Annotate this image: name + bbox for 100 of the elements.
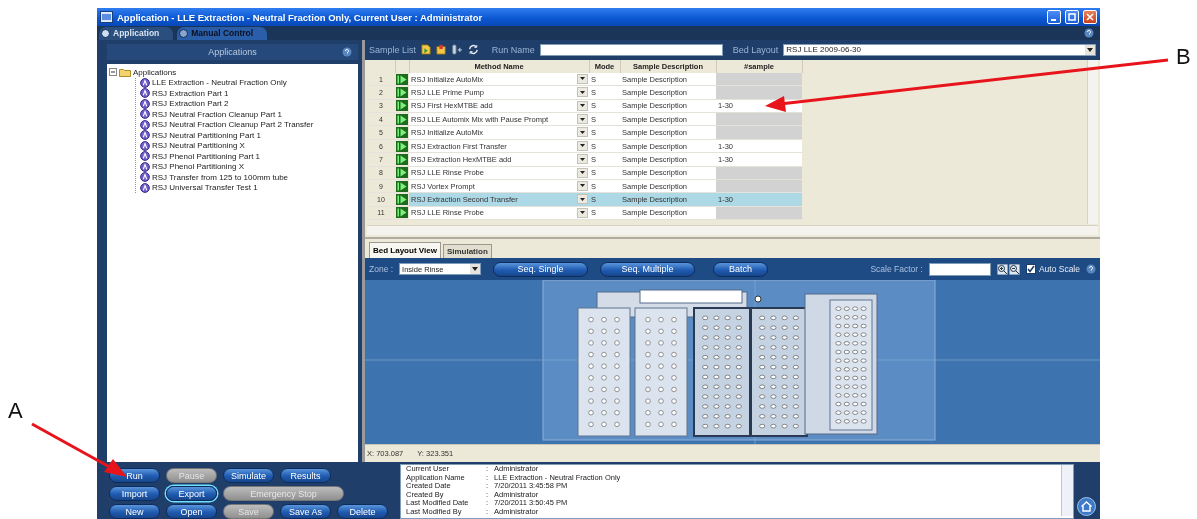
dropdown-button[interactable] [577, 140, 588, 151]
toolbar-button[interactable]: Batch [713, 261, 769, 277]
add-tube-icon[interactable] [451, 43, 463, 57]
tree-item[interactable]: RSJ Neutral Partitioning X [152, 141, 245, 151]
toolbar-button[interactable]: Seq. Single [493, 261, 589, 277]
view-tab[interactable]: Bed Layout View [369, 242, 441, 259]
radio-icon [101, 28, 110, 38]
app-icon [100, 11, 113, 23]
mode-tab[interactable]: Application [99, 26, 174, 40]
tree-item[interactable]: RSJ Neutral Fraction Cleanup Part 1 [152, 109, 282, 119]
caret-icon [580, 130, 585, 134]
close-icon [1086, 13, 1094, 21]
dropdown-button[interactable] [577, 100, 588, 111]
method-run-icon[interactable] [396, 86, 408, 98]
new-file-icon[interactable] [421, 43, 432, 57]
application-icon [140, 98, 150, 109]
method-run-icon[interactable] [396, 167, 408, 179]
help-icon[interactable] [1086, 264, 1096, 275]
caret-icon [580, 197, 585, 201]
refresh-icon[interactable] [467, 43, 479, 57]
tree-item[interactable]: RSJ Phenol Partitioning Part 1 [152, 151, 261, 161]
toolbar-button[interactable]: Seq. Multiple [600, 261, 696, 277]
caret-icon [580, 90, 585, 94]
vertical-scrollbar[interactable] [1087, 59, 1098, 224]
action-button[interactable]: Simulate [223, 468, 274, 483]
tree-item[interactable]: RSJ Extraction Part 1 [152, 88, 229, 98]
dropdown-button[interactable] [577, 87, 588, 98]
panel-title: Applications [208, 47, 257, 57]
action-button[interactable]: Import [109, 486, 160, 501]
method-run-icon[interactable] [396, 127, 408, 139]
caret-icon [580, 184, 585, 188]
action-button[interactable]: Delete [337, 504, 388, 519]
method-run-icon[interactable] [396, 194, 408, 206]
maximize-button[interactable] [1065, 10, 1079, 24]
annotation-label: A [8, 398, 23, 424]
scale-factor-field[interactable] [928, 262, 991, 276]
dropdown-button[interactable] [577, 73, 588, 84]
minimize-button[interactable] [1047, 10, 1061, 24]
action-button[interactable]: Results [280, 468, 331, 483]
horizontal-scrollbar[interactable] [367, 224, 1098, 235]
application-icon [140, 161, 150, 172]
tree-item[interactable]: RSJ Neutral Fraction Cleanup Part 2 Transfer [152, 120, 314, 130]
dropdown-arrow-icon [472, 267, 479, 272]
dropdown-button[interactable] [577, 127, 588, 138]
tree-item[interactable]: RSJ Neutral Partitioning Part 1 [152, 130, 261, 140]
application-icon [140, 119, 150, 130]
dropdown-button[interactable] [577, 181, 588, 191]
method-run-icon[interactable] [396, 73, 408, 85]
bed-layout-dropdown[interactable]: RSJ LLE 2009-06-30 [783, 43, 1096, 56]
caret-icon [580, 144, 585, 148]
tree-item[interactable]: RSJ Universal Transfer Test 1 [152, 183, 258, 193]
close-button[interactable] [1083, 10, 1097, 24]
tree-item[interactable]: RSJ Transfer from 125 to 100mm tube [152, 172, 289, 182]
method-run-icon[interactable] [396, 100, 408, 112]
dropdown-button[interactable] [577, 114, 588, 125]
application-icon [140, 88, 150, 99]
help-icon[interactable] [1084, 28, 1094, 38]
method-run-icon[interactable] [396, 113, 408, 125]
auto-scale-checkbox[interactable] [1025, 264, 1036, 275]
dropdown-button[interactable] [577, 194, 588, 205]
application-icon [140, 77, 150, 88]
auto-scale-label: Auto Scale [1038, 264, 1080, 275]
method-run-icon[interactable] [396, 207, 408, 219]
tree-item[interactable]: Applications [133, 67, 177, 77]
dropdown-button[interactable] [577, 154, 588, 165]
action-button[interactable]: Open [166, 504, 217, 519]
tree-item[interactable]: LLE Extraction - Neutral Fraction Only [152, 78, 287, 88]
zoom-out-icon[interactable] [1008, 263, 1020, 275]
tree-item[interactable]: RSJ Phenol Partitioning X [152, 162, 245, 172]
application-icon [140, 182, 150, 193]
dropdown-button[interactable] [577, 167, 588, 178]
caret-icon [580, 104, 585, 108]
help-icon[interactable] [342, 47, 352, 57]
open-file-icon[interactable] [436, 43, 447, 57]
run-name-field[interactable] [539, 43, 723, 56]
vertical-scrollbar[interactable] [1061, 465, 1073, 516]
radio-icon [179, 28, 189, 38]
collapse-icon[interactable] [109, 68, 117, 77]
zoom-in-icon[interactable] [996, 263, 1008, 275]
method-run-icon[interactable] [396, 153, 408, 165]
caret-icon [580, 171, 585, 175]
action-button[interactable]: Export [166, 486, 217, 501]
action-button[interactable]: Save As [280, 504, 331, 519]
view-tab[interactable]: Simulation [442, 244, 492, 259]
method-run-icon[interactable] [396, 180, 408, 192]
tree-item[interactable]: RSJ Extraction Part 2 [152, 99, 229, 109]
scale-factor-label: Scale Factor : [870, 264, 923, 275]
home-icon[interactable] [1077, 497, 1096, 516]
action-button[interactable]: New [109, 504, 160, 519]
method-run-icon[interactable] [396, 140, 408, 152]
application-icon [140, 109, 150, 120]
annotation-label: B [1176, 44, 1191, 70]
application-icon [140, 140, 150, 151]
application-icon [140, 151, 150, 162]
zone-label: Zone : [369, 264, 394, 275]
maximize-icon [1068, 13, 1076, 21]
sample-list-label: Sample List [369, 44, 417, 55]
caret-icon [580, 157, 585, 161]
dropdown-arrow-icon [1087, 47, 1093, 52]
dropdown-button[interactable] [577, 207, 588, 218]
